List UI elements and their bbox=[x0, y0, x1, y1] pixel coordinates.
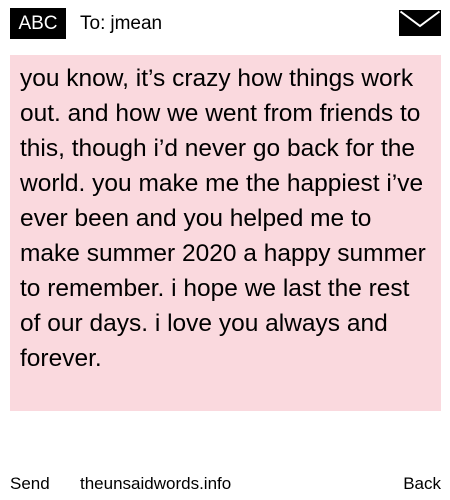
recipient-line: To: jmean bbox=[80, 8, 162, 39]
envelope-icon bbox=[399, 10, 441, 36]
to-label: To: bbox=[80, 13, 106, 34]
site-watermark: theunsaidwords.info bbox=[80, 474, 232, 493]
recipient-name: jmean bbox=[110, 13, 163, 34]
message-body-box: you know, it’s crazy how things work out… bbox=[10, 55, 441, 411]
back-button[interactable]: Back bbox=[403, 470, 441, 498]
send-button[interactable]: Send bbox=[10, 470, 50, 498]
softkey-bar: Send theunsaidwords.info Back bbox=[0, 470, 450, 498]
message-header: ABC To: jmean bbox=[0, 0, 450, 48]
input-mode-badge: ABC bbox=[10, 8, 66, 39]
message-text: you know, it’s crazy how things work out… bbox=[20, 65, 426, 372]
